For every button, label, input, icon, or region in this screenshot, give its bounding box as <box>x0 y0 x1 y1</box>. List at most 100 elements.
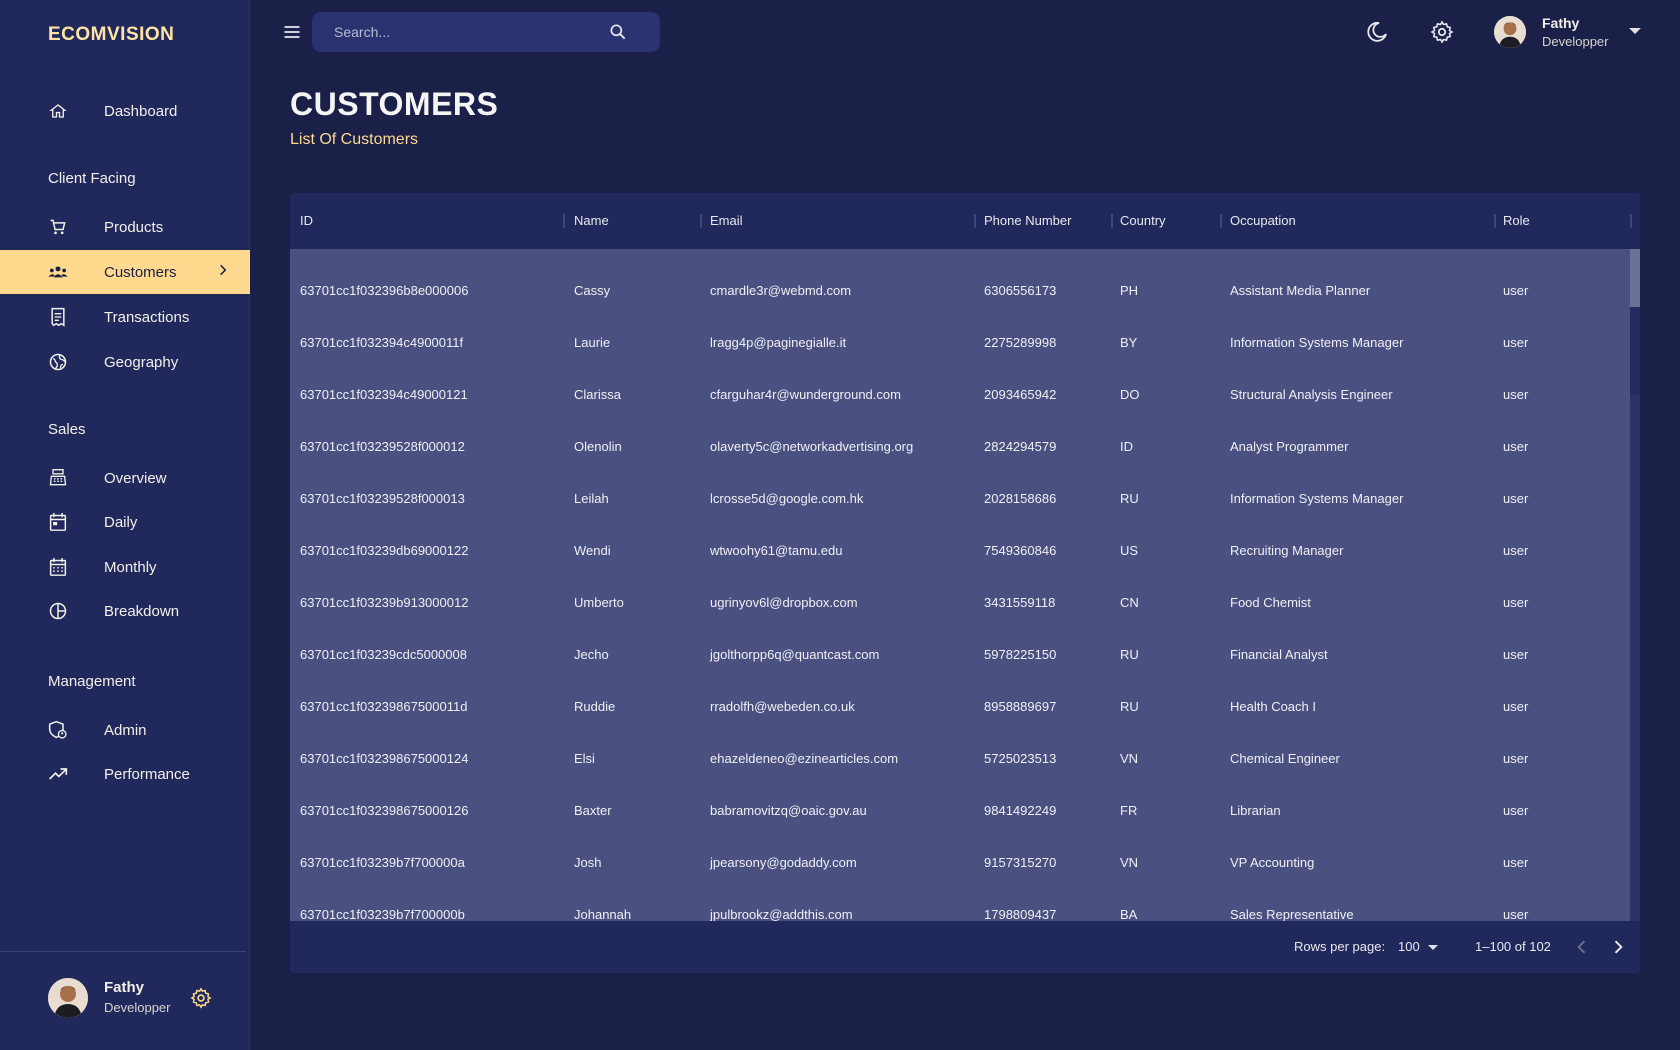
sidebar-item-geography[interactable]: Geography <box>0 341 250 383</box>
sidebar-item-label: Products <box>104 218 164 236</box>
table-row[interactable]: 63701cc1f03239528f000013 Leilah lcrosse5d@… <box>290 473 1630 525</box>
column-header-id[interactable]: ID <box>300 193 313 249</box>
sidebar-item-label: Customers <box>104 263 177 281</box>
sidebar-item-monthly[interactable]: Monthly <box>0 546 250 588</box>
cell-role: user <box>1503 595 1529 610</box>
cell-id: 63701cc1f03239b7f700000b <box>300 907 465 921</box>
cell-phone: 5978225150 <box>984 647 1057 662</box>
column-header-name[interactable]: Name <box>574 193 609 249</box>
cell-email: wtwoohy61@tamu.edu <box>710 543 843 558</box>
gear-icon[interactable] <box>1430 20 1454 44</box>
sidebar-item-breakdown[interactable]: Breakdown <box>0 590 250 632</box>
user-name: Fathy <box>1542 15 1580 31</box>
sidebar-item-transactions[interactable]: Transactions <box>0 296 250 338</box>
cell-country: US <box>1120 543 1139 558</box>
user-name: Fathy <box>104 979 145 996</box>
table-row[interactable]: 63701cc1f032398675000124 Elsi ehazeldeneo@… <box>290 733 1630 785</box>
table-row[interactable]: 63701cc1f03239b7f700000b Johannah jpulbroo… <box>290 889 1630 921</box>
column-header-occupation[interactable]: Occupation <box>1230 193 1296 249</box>
cell-id: 63701cc1f03239528f000012 <box>300 439 465 454</box>
brand-logo: ECOMVISION <box>48 24 175 45</box>
table-row[interactable]: 63701cc1f03239cdc5000008 Jecho jgolthorpp6… <box>290 629 1630 681</box>
column-separator[interactable] <box>1494 214 1496 228</box>
cell-occupation: Sales Representative <box>1230 907 1354 921</box>
sidebar-item-admin[interactable]: Admin <box>0 709 250 751</box>
table-row[interactable]: 63701cc1f032394c4900011f Laurie lragg4p@pa… <box>290 317 1630 369</box>
cell-phone: 7549360846 <box>984 543 1057 558</box>
cell-email: ehazeldeneo@ezinearticles.com <box>710 751 899 766</box>
cell-occupation: Information Systems Manager <box>1230 335 1404 350</box>
chevron-down-icon[interactable] <box>1428 945 1438 950</box>
column-header-role[interactable]: Role <box>1503 193 1530 249</box>
scrollbar-thumb[interactable] <box>1630 249 1640 307</box>
cell-occupation: Librarian <box>1230 803 1281 818</box>
cell-id: 63701cc1f03239b913000012 <box>300 595 469 610</box>
cell-occupation: Health Coach I <box>1230 699 1316 714</box>
sidebar-item-performance[interactable]: Performance <box>0 753 250 795</box>
sidebar-item-customers[interactable]: Customers <box>0 250 250 294</box>
cell-name: Johannah <box>574 907 632 921</box>
cart-icon <box>48 217 68 237</box>
column-header-country[interactable]: Country <box>1120 193 1166 249</box>
calendar-month-icon <box>48 557 68 577</box>
cell-id: 63701cc1f03239cdc5000008 <box>300 647 467 662</box>
cell-email: rradolfh@webeden.co.uk <box>710 699 855 714</box>
table-row[interactable]: 63701cc1f032396b8e000006 Cassy cmardle3r@w… <box>290 265 1630 317</box>
table-row[interactable]: 63701cc1f03239b913000012 Umberto ugrinyov6… <box>290 577 1630 629</box>
cell-id: 63701cc1f032394c4900011f <box>300 335 464 350</box>
cell-role: user <box>1503 335 1529 350</box>
avatar[interactable] <box>1494 16 1526 48</box>
table-row[interactable]: 63701cc1f032394c49000121 Clarissa cfarguha… <box>290 369 1630 421</box>
pie-chart-icon <box>48 601 68 621</box>
cell-id: 63701cc1f032398675000126 <box>300 803 469 818</box>
cell-role: user <box>1503 647 1529 662</box>
sidebar-item-label: Admin <box>104 721 147 739</box>
cell-occupation: Analyst Programmer <box>1230 439 1349 454</box>
globe-icon <box>48 352 68 372</box>
avatar[interactable] <box>48 978 88 1018</box>
receipt-icon <box>48 307 68 327</box>
table-row[interactable]: 63701cc1f032398675000126 Baxter babramovit… <box>290 785 1630 837</box>
sidebar-item-overview[interactable]: Overview <box>0 457 250 499</box>
gear-icon[interactable] <box>190 987 212 1009</box>
cell-occupation: Information Systems Manager <box>1230 491 1404 506</box>
search-icon[interactable] <box>608 22 628 47</box>
cell-phone: 9841492249 <box>984 803 1057 818</box>
column-separator[interactable] <box>563 214 565 228</box>
cell-country: VN <box>1120 855 1139 870</box>
cell-email: lcrosse5d@google.com.hk <box>710 491 864 506</box>
chevron-down-icon[interactable] <box>1629 28 1641 34</box>
menu-icon[interactable] <box>282 22 302 42</box>
cell-occupation: Food Chemist <box>1230 595 1311 610</box>
cell-phone: 2824294579 <box>984 439 1057 454</box>
column-header-email[interactable]: Email <box>710 193 743 249</box>
sidebar-item-daily[interactable]: Daily <box>0 501 250 543</box>
dark-mode-icon[interactable] <box>1365 20 1389 44</box>
table-row[interactable]: 63701cc1f03239b7f700000a Josh jpearsony@go… <box>290 837 1630 889</box>
column-separator[interactable] <box>700 214 702 228</box>
cell-occupation: Chemical Engineer <box>1230 751 1340 766</box>
column-separator[interactable] <box>974 214 976 228</box>
cell-country: BY <box>1120 335 1138 350</box>
scrollbar-thumb-secondary[interactable] <box>1630 307 1640 395</box>
table-row[interactable]: 63701cc1f03239db69000122 Wendi wtwoohy61@t… <box>290 525 1630 577</box>
column-separator[interactable] <box>1220 214 1222 228</box>
search-input[interactable] <box>334 12 604 52</box>
column-separator[interactable] <box>1630 214 1632 228</box>
chevron-right-icon[interactable] <box>1608 937 1628 957</box>
cell-occupation: Assistant Media Planner <box>1230 283 1371 298</box>
column-header-phone[interactable]: Phone Number <box>984 193 1071 249</box>
table-row[interactable]: 63701cc1f03239867500011d Ruddie rradolfh@w… <box>290 681 1630 733</box>
sidebar-item-products[interactable]: Products <box>0 206 250 248</box>
cell-role: user <box>1503 439 1529 454</box>
table-row[interactable]: 63701cc1f03239528f000012 Olenolin olaverty… <box>290 421 1630 473</box>
cell-phone: 1798809437 <box>984 907 1057 921</box>
sidebar-item-dashboard[interactable]: Dashboard <box>0 90 250 132</box>
section-client-facing: Client Facing <box>48 170 136 187</box>
column-separator[interactable] <box>1111 214 1113 228</box>
table-footer: Rows per page: 100 1–100 of 102 <box>290 921 1640 973</box>
rows-per-page-select[interactable]: 100 <box>1398 921 1420 973</box>
sidebar-item-label: Daily <box>104 513 138 531</box>
chevron-left-icon[interactable] <box>1572 937 1592 957</box>
cell-id: 63701cc1f032396b8e000006 <box>300 283 469 298</box>
